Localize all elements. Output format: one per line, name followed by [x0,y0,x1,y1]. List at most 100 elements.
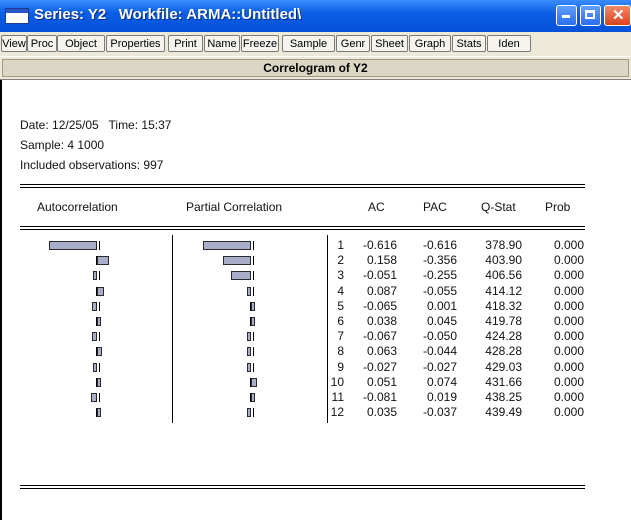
table-row: 6 0.038 0.045 419.78 0.000 [0,314,631,329]
lag-cell: 11 [331,390,344,404]
qstat-cell: 419.78 [485,314,522,328]
qstat-cell: 438.25 [485,390,522,404]
lag-cell: 7 [337,329,344,343]
table-row: 1 -0.616 -0.616 378.90 0.000 [0,238,631,253]
prob-cell: 0.000 [553,284,584,298]
ac-cell: -0.081 [362,390,397,404]
toolbar-button-freeze[interactable]: Freeze [241,35,279,52]
table-row: 8 0.063 -0.044 428.28 0.000 [0,344,631,359]
qstat-cell: 378.90 [485,238,522,252]
view-title: Correlogram of Y2 [2,59,629,77]
lag-cell: 6 [337,314,344,328]
qstat-cell: 429.03 [485,360,522,374]
correlogram-view[interactable]: Date: 12/25/05 Time: 15:37 Sample: 4 1000… [0,80,631,520]
view-header: Correlogram of Y2 [0,56,631,80]
lag-cell: 4 [337,284,344,298]
ac-cell: -0.027 [362,360,397,374]
toolbar-button-graph[interactable]: Graph [409,35,451,52]
toolbar-button-name[interactable]: Name [204,35,240,52]
prob-cell: 0.000 [553,314,584,328]
table-row: 10 0.051 0.074 431.66 0.000 [0,375,631,390]
pac-cell: -0.055 [422,284,457,298]
pac-cell: -0.616 [422,238,457,252]
ac-cell: -0.051 [362,268,397,282]
pac-cell: -0.255 [422,268,457,282]
toolbar-button-stats[interactable]: Stats [452,35,486,52]
ac-cell: 0.051 [366,375,397,389]
toolbar-button-print[interactable]: Print [168,35,203,52]
header-qstat: Q-Stat [481,200,516,214]
pac-cell: -0.027 [422,360,457,374]
lag-cell: 5 [337,299,344,313]
lag-cell: 8 [337,344,344,358]
lag-cell: 12 [330,405,344,419]
pac-cell: -0.356 [422,253,457,267]
prob-cell: 0.000 [553,329,584,343]
header-autocorrelation: Autocorrelation [37,200,118,214]
table-row: 9 -0.027 -0.027 429.03 0.000 [0,360,631,375]
ac-cell: 0.087 [366,284,397,298]
header-partial-correlation: Partial Correlation [186,200,283,214]
qstat-cell: 428.28 [485,344,522,358]
header-rule-bottom [20,226,585,230]
qstat-cell: 431.66 [485,375,522,389]
table-row: 2 0.158 -0.356 403.90 0.000 [0,253,631,268]
prob-cell: 0.000 [553,375,584,389]
lag-cell: 1 [337,238,344,252]
qstat-cell: 418.32 [485,299,522,313]
prob-cell: 0.000 [553,299,584,313]
observations-line: Included observations: 997 [20,158,164,172]
toolbar-button-sheet[interactable]: Sheet [371,35,408,52]
ac-cell: -0.616 [362,238,397,252]
window-app-icon[interactable] [5,8,29,24]
prob-cell: 0.000 [553,390,584,404]
pac-cell: -0.044 [422,344,457,358]
lag-cell: 2 [337,253,344,267]
window-title: Series: Y2 Workfile: ARMA::Untitled\ [34,6,302,23]
toolbar-button-object[interactable]: Object [57,35,105,52]
ac-cell: 0.038 [366,314,397,328]
table-row: 5 -0.065 0.001 418.32 0.000 [0,299,631,314]
prob-cell: 0.000 [553,360,584,374]
ac-cell: 0.158 [366,253,397,267]
qstat-cell: 414.12 [485,284,522,298]
toolbar-button-view[interactable]: View [1,35,27,52]
window-title-bar[interactable]: Series: Y2 Workfile: ARMA::Untitled\ ✕ [0,0,631,32]
ac-cell: 0.063 [366,344,397,358]
sample-line: Sample: 4 1000 [20,138,105,152]
table-row: 3 -0.051 -0.255 406.56 0.000 [0,268,631,283]
prob-cell: 0.000 [553,238,584,252]
table-row: 11 -0.081 0.019 438.25 0.000 [0,390,631,405]
pac-cell: 0.019 [426,390,457,404]
qstat-cell: 406.56 [485,268,522,282]
lag-cell: 10 [330,375,344,389]
toolbar-button-iden[interactable]: Iden [487,35,531,52]
pac-cell: 0.045 [426,314,457,328]
pac-cell: 0.074 [426,375,457,389]
ac-cell: -0.067 [362,329,397,343]
toolbar-button-sample[interactable]: Sample [282,35,335,52]
prob-cell: 0.000 [553,268,584,282]
pac-cell: -0.050 [422,329,457,343]
table-rule-bottom [20,485,585,489]
prob-cell: 0.000 [553,344,584,358]
header-prob: Prob [545,200,571,214]
toolbar-button-properties[interactable]: Properties [106,35,165,52]
toolbar: View Proc Object Properties Print Name Freeze S… [0,32,631,57]
ac-cell: -0.065 [362,299,397,313]
pac-cell: 0.001 [426,299,457,313]
prob-cell: 0.000 [553,405,584,419]
date-line: Date: 12/25/05 Time: 15:37 [20,118,172,132]
toolbar-button-proc[interactable]: Proc [27,35,57,52]
header-pac: PAC [423,200,447,214]
table-row: 7 -0.067 -0.050 424.28 0.000 [0,329,631,344]
toolbar-button-genr[interactable]: Genr [336,35,370,52]
maximize-button[interactable] [580,5,601,26]
header-rule-top [20,184,585,188]
ac-cell: 0.035 [366,405,397,419]
close-button[interactable]: ✕ [604,5,631,26]
qstat-cell: 439.49 [485,405,522,419]
maximize-icon [585,10,595,19]
minimize-button[interactable] [556,5,577,26]
table-row: 12 0.035 -0.037 439.49 0.000 [0,405,631,420]
